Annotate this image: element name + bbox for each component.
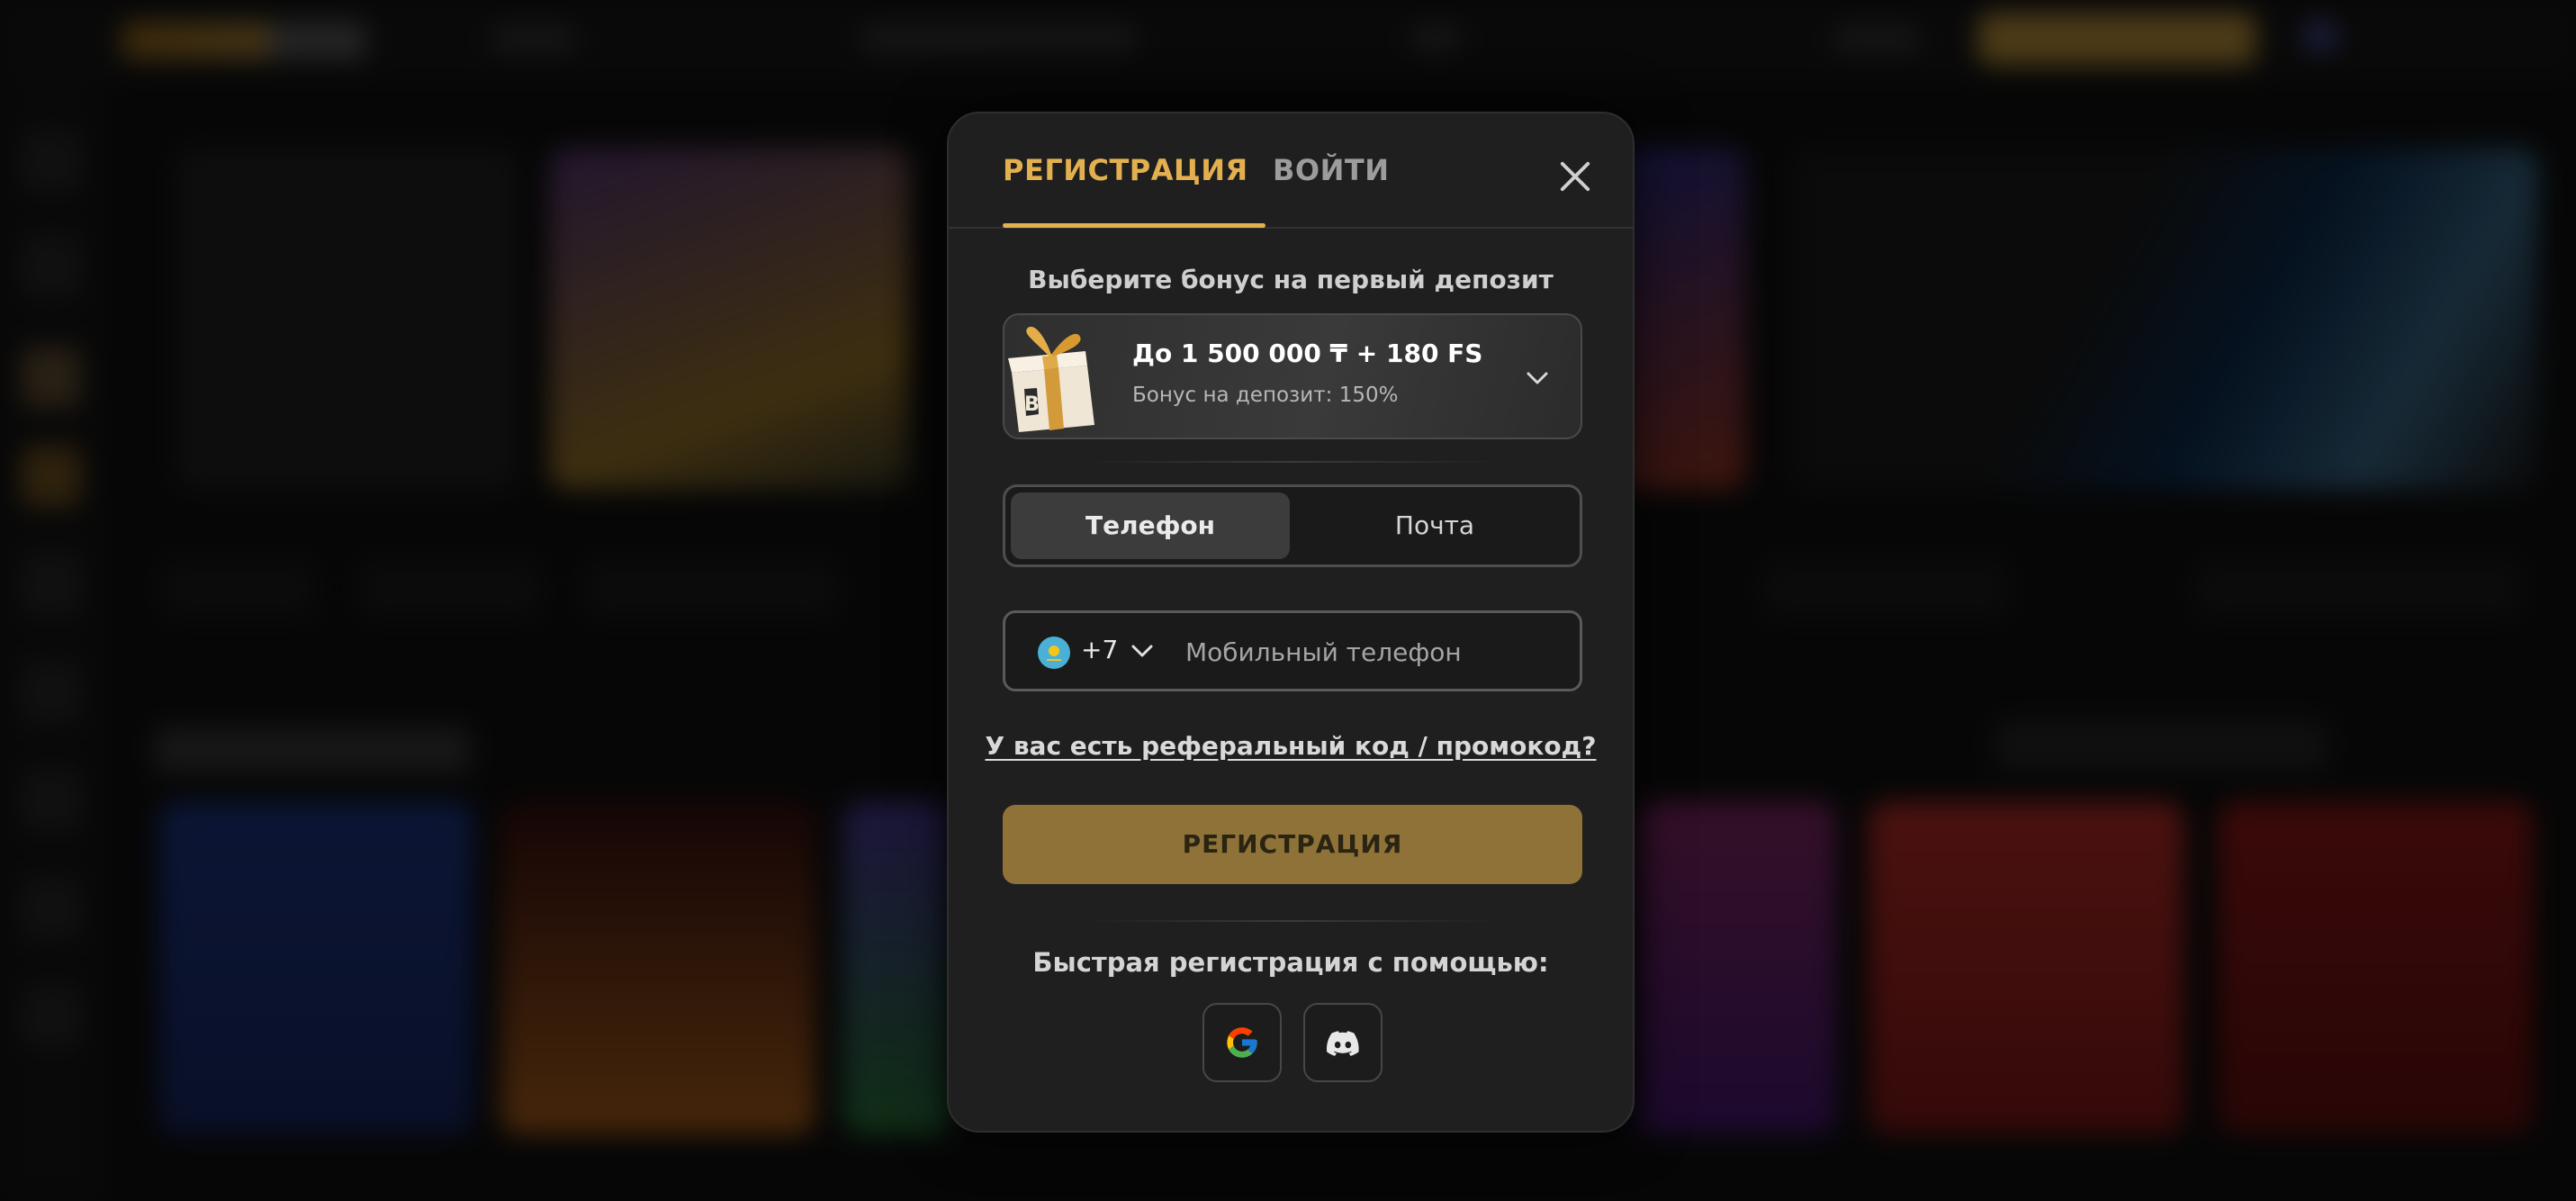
google-login-button[interactable] — [1202, 1003, 1282, 1082]
bonus-amount: До 1 500 000 ₸ + 180 FS — [1132, 339, 1483, 368]
bonus-dropdown[interactable]: B До 1 500 000 ₸ + 180 FS Бонус на депоз… — [1003, 313, 1582, 439]
country-code-selector[interactable]: +7 — [1081, 635, 1118, 664]
quick-register-label: Быстрая регистрация с помощью: — [1032, 947, 1549, 978]
svg-text:B: B — [1024, 393, 1040, 416]
register-button[interactable]: РЕГИСТРАЦИЯ — [1003, 805, 1582, 884]
method-email-button[interactable]: Почта — [1295, 492, 1574, 559]
registration-modal: РЕГИСТРАЦИЯ ВОЙТИ Выберите бонус на перв… — [947, 112, 1635, 1133]
close-icon[interactable] — [1554, 155, 1597, 198]
discord-login-button[interactable] — [1303, 1003, 1383, 1082]
auth-tabs: РЕГИСТРАЦИЯ ВОЙТИ — [949, 113, 1633, 229]
promo-code-link[interactable]: У вас есть реферальный код / промокод? — [949, 731, 1633, 761]
active-tab-indicator — [1003, 223, 1265, 228]
google-icon — [1227, 1027, 1257, 1058]
phone-input[interactable] — [1185, 626, 1563, 678]
tab-login[interactable]: ВОЙТИ — [1273, 153, 1389, 187]
chevron-down-icon — [1527, 372, 1548, 384]
gift-icon: B — [1008, 326, 1094, 432]
kazakhstan-flag-icon — [1038, 637, 1070, 669]
divider — [1084, 920, 1501, 922]
discord-icon — [1327, 1031, 1359, 1056]
bonus-heading: Выберите бонус на первый депозит — [1028, 265, 1554, 294]
chevron-down-icon[interactable] — [1128, 637, 1157, 665]
divider — [1084, 461, 1501, 463]
method-phone-button[interactable]: Телефон — [1011, 492, 1290, 559]
signup-method-switch: Телефон Почта — [1003, 484, 1582, 567]
tab-register[interactable]: РЕГИСТРАЦИЯ — [1003, 153, 1248, 187]
bonus-percentage: Бонус на депозит: 150% — [1132, 384, 1399, 407]
phone-field: +7 — [1003, 610, 1582, 691]
